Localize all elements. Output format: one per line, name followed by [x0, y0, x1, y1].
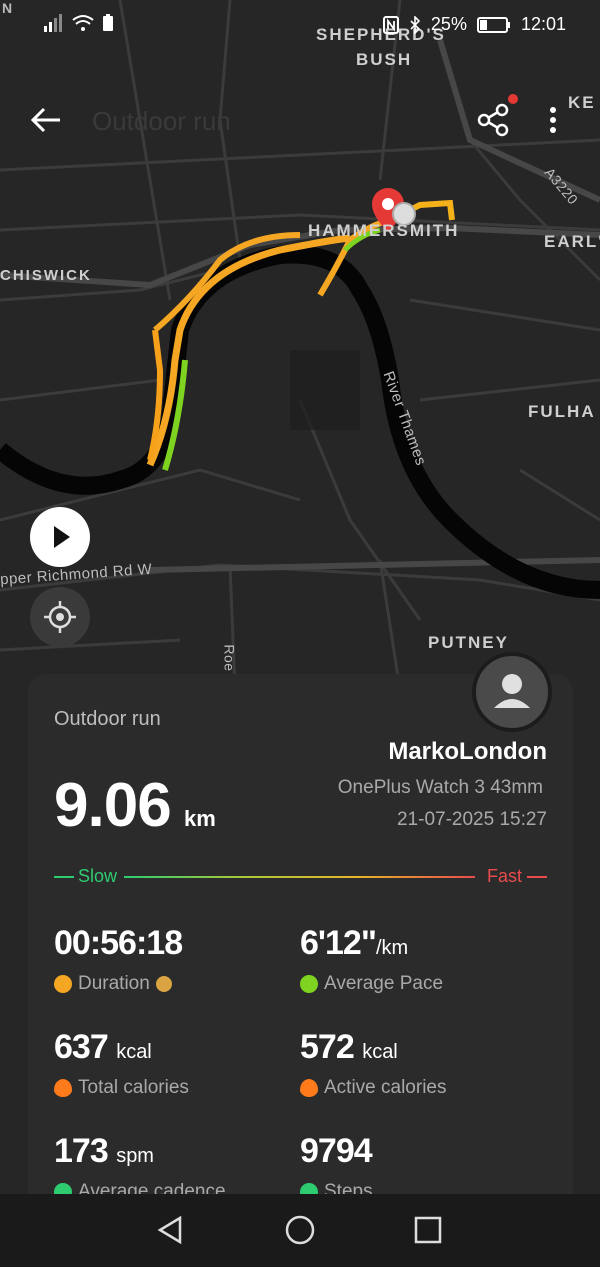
nfc-icon	[382, 15, 399, 34]
map-label-ke: KE	[568, 93, 596, 112]
nav-home-button[interactable]	[282, 1212, 318, 1248]
stat-steps: 9794 Steps	[300, 1132, 530, 1203]
notification-dot	[508, 94, 518, 104]
duration-value: 00:56:18	[54, 924, 183, 962]
cadence-value: 173	[54, 1132, 109, 1170]
more-options-button[interactable]	[538, 100, 568, 140]
map-label-hammersmith: HAMMERSMITH	[308, 221, 460, 240]
stat-active-calories: 572 kcal Active calories	[300, 1028, 530, 1099]
map-label-putney: PUTNEY	[428, 633, 509, 652]
user-icon	[494, 674, 530, 708]
fast-dash	[527, 876, 547, 878]
distance-unit: km	[184, 806, 216, 831]
active-calories-label: Active calories	[324, 1077, 447, 1098]
active-calories-value: 572	[300, 1028, 355, 1066]
system-navigation-bar	[0, 1194, 600, 1267]
pace-label: Average Pace	[324, 973, 444, 994]
play-icon	[54, 526, 70, 548]
device-name: OnePlus Watch 3 43mm	[337, 777, 543, 798]
flame-icon	[300, 1079, 318, 1097]
more-vertical-icon	[550, 107, 556, 133]
pace-value: 6'12"	[300, 924, 377, 962]
total-calories-unit: kcal	[116, 1041, 152, 1063]
map-label-bush: BUSH	[356, 50, 413, 69]
map-label-fulham: FULHA	[528, 402, 596, 421]
duration-label: Duration	[78, 973, 150, 994]
faded-page-title: Outdoor run	[92, 106, 231, 136]
check-circle-icon	[300, 975, 318, 993]
wifi-icon	[72, 15, 94, 31]
flame-icon	[54, 1079, 72, 1097]
play-route-button[interactable]	[30, 507, 90, 567]
signal-icon	[44, 14, 62, 32]
map-label-roe: Roe	[221, 644, 238, 672]
slow-dash	[54, 876, 74, 878]
medal-icon	[155, 976, 172, 992]
back-arrow-icon	[30, 107, 60, 133]
bluetooth-icon	[410, 15, 421, 34]
map-label-chiswick: CHISWICK	[0, 267, 92, 284]
total-calories-value: 637	[54, 1028, 109, 1066]
workout-summary-card: Outdoor run 9.06 km MarkoLondon OnePlus …	[28, 674, 573, 1214]
total-calories-label: Total calories	[78, 1077, 189, 1098]
pace-legend: Slow Fast	[54, 866, 547, 888]
recenter-button[interactable]	[30, 587, 90, 647]
legend-slow-label: Slow	[78, 866, 118, 886]
circle-home-icon	[285, 1215, 315, 1245]
battery-icon	[476, 16, 510, 33]
workout-type: Outdoor run	[54, 708, 161, 730]
square-recents-icon	[414, 1216, 442, 1244]
triangle-back-icon	[157, 1215, 182, 1245]
legend-fast-label: Fast	[486, 866, 522, 886]
username: MarkoLondon	[388, 738, 547, 765]
status-time: 12:01	[520, 14, 566, 34]
pace-gradient-bar	[124, 876, 475, 878]
active-calories-unit: kcal	[362, 1041, 398, 1063]
battery-small-icon	[103, 14, 113, 31]
workout-datetime: 21-07-2025 15:27	[396, 809, 547, 830]
distance-value: 9.06	[54, 771, 172, 840]
stat-duration: 00:56:18 Duration	[54, 924, 284, 995]
map-label-earls: EARL'	[544, 232, 600, 251]
nav-recents-button[interactable]	[410, 1212, 446, 1248]
stopwatch-icon	[54, 975, 72, 993]
status-corner-text: N	[2, 0, 13, 16]
steps-value: 9794	[300, 1132, 373, 1170]
status-bar: N 25% 12:01	[0, 0, 600, 52]
share-button[interactable]	[474, 100, 514, 140]
share-icon	[477, 103, 509, 137]
stat-total-calories: 637 kcal Total calories	[54, 1028, 284, 1099]
pace-unit: /km	[375, 937, 409, 959]
back-button[interactable]	[26, 100, 66, 140]
locate-icon	[44, 601, 76, 633]
stat-cadence: 173 spm Average cadence	[54, 1132, 284, 1203]
battery-percent: 25%	[430, 14, 467, 34]
stat-average-pace: 6'12"/km Average Pace	[300, 924, 530, 995]
avatar[interactable]	[472, 652, 552, 732]
cadence-unit: spm	[116, 1145, 154, 1167]
nav-back-button[interactable]	[152, 1212, 188, 1248]
